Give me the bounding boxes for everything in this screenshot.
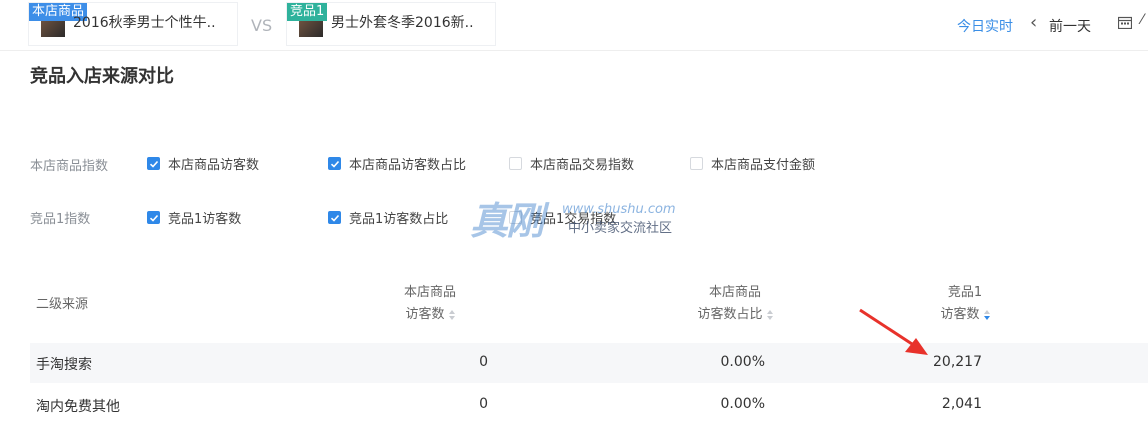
cell-my-ratio: 0.00% — [720, 396, 765, 412]
column-header-my-visitors[interactable]: 本店商品 访客数 — [380, 282, 480, 326]
checkbox-my-payment[interactable]: 本店商品支付金额 — [690, 154, 815, 173]
checkbox-my-visitors[interactable]: 本店商品访客数 — [147, 154, 259, 173]
prev-day-link[interactable]: 前一天 — [1049, 16, 1091, 36]
checkbox-checked-icon — [328, 157, 341, 170]
checkbox-comp-visitors[interactable]: 竞品1访客数 — [147, 208, 241, 227]
checkbox-label: 本店商品支付金额 — [711, 158, 816, 173]
watermark-subtitle: 中小卖家交流社区 — [568, 221, 673, 236]
checkbox-my-visitor-ratio[interactable]: 本店商品访客数占比 — [328, 154, 466, 173]
cell-my-visitors: 0 — [479, 354, 488, 370]
watermark: 真刚 www.shushu.com 中小卖家交流社区 — [470, 190, 690, 243]
sort-desc-icon[interactable] — [983, 309, 990, 320]
competitor-product-name: 男士外套冬季2016新.. — [331, 15, 474, 31]
my-product-name: 2016秋季男士个性牛.. — [73, 15, 216, 31]
checkbox-checked-icon — [147, 157, 160, 170]
checkbox-label: 竞品1访客数占比 — [349, 212, 449, 227]
competitor-index-label: 竞品1指数 — [30, 212, 91, 227]
vs-label: VS — [251, 16, 273, 35]
more-icon[interactable]: ⁄ — [1141, 12, 1143, 28]
calendar-icon[interactable] — [1118, 16, 1132, 29]
checkbox-label: 竞品1访客数 — [168, 212, 242, 227]
my-index-label: 本店商品指数 — [30, 159, 109, 174]
header-line-2: 访客数占比 — [697, 307, 763, 322]
header-line-1: 竞品1 — [947, 285, 983, 300]
watermark-logo: 真刚 — [470, 199, 544, 243]
column-header-comp-visitors[interactable]: 竞品1 访客数 — [920, 282, 1010, 326]
sort-icon[interactable] — [448, 309, 455, 320]
checkbox-label: 本店商品访客数 — [168, 158, 260, 173]
header-line-2: 访客数 — [405, 307, 445, 322]
checkbox-unchecked-icon — [690, 157, 703, 170]
table-row[interactable]: 淘内免费其他 0 0.00% 2,041 — [30, 385, 1148, 425]
cell-my-visitors: 0 — [479, 396, 488, 412]
my-product-card[interactable]: 本店商品 2016秋季男士个性牛.. — [28, 2, 238, 46]
checkbox-label: 本店商品访客数占比 — [349, 158, 467, 173]
checkbox-checked-icon — [328, 211, 341, 224]
checkbox-unchecked-icon — [509, 157, 522, 170]
chevron-left-icon[interactable]: ‹ — [1030, 12, 1037, 33]
header-line-1: 本店商品 — [708, 285, 761, 300]
section-title: 竞品入店来源对比 — [30, 66, 174, 87]
table-row[interactable]: 手淘搜索 0 0.00% 20,217 — [30, 343, 1148, 383]
sort-icon[interactable] — [766, 309, 773, 320]
cell-comp-visitors: 2,041 — [941, 396, 982, 412]
cell-source: 淘内免费其他 — [36, 399, 120, 415]
red-arrow-annotation — [859, 308, 928, 355]
today-realtime-link[interactable]: 今日实时 — [957, 16, 1013, 36]
competitor-product-tag: 竞品1 — [287, 3, 328, 21]
checkbox-my-trade-index[interactable]: 本店商品交易指数 — [509, 154, 634, 173]
column-header-my-ratio[interactable]: 本店商品 访客数占比 — [670, 282, 800, 326]
column-header-source: 二级来源 — [36, 297, 89, 312]
header-line-2: 访客数 — [940, 307, 980, 322]
cell-comp-visitors: 20,217 — [933, 354, 982, 370]
header-line-1: 本店商品 — [403, 285, 456, 300]
checkbox-checked-icon — [147, 211, 160, 224]
watermark-url: www.shushu.com — [562, 202, 676, 217]
compare-bar: 本店商品 2016秋季男士个性牛.. VS 竞品1 男士外套冬季2016新.. … — [0, 0, 1148, 51]
cell-my-ratio: 0.00% — [720, 354, 765, 370]
checkbox-label: 本店商品交易指数 — [530, 158, 635, 173]
cell-source: 手淘搜索 — [36, 357, 92, 373]
competitor-product-card[interactable]: 竞品1 男士外套冬季2016新.. — [286, 2, 496, 46]
checkbox-comp-visitor-ratio[interactable]: 竞品1访客数占比 — [328, 208, 448, 227]
